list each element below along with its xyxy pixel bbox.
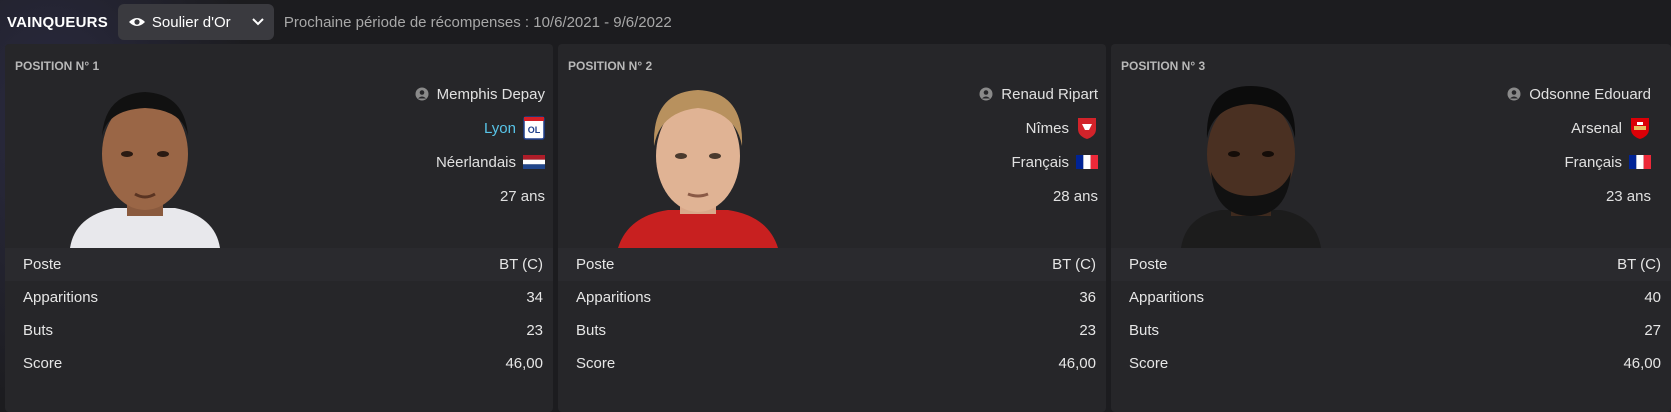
stat-label: Apparitions — [576, 289, 652, 306]
stat-row-goals: Buts 23 — [558, 314, 1106, 347]
stat-value: BT (C) — [1617, 256, 1661, 273]
stat-row-score: Score 46,00 — [1111, 347, 1671, 380]
france-flag-icon — [1629, 151, 1651, 173]
player-age: 23 ans — [1605, 187, 1651, 205]
player-age: 27 ans — [499, 187, 545, 205]
stat-label: Score — [23, 355, 63, 372]
nationality: Néerlandais — [435, 153, 516, 171]
stat-value: BT (C) — [1052, 256, 1096, 273]
winner-card-1: POSITION N° 1 Memphis Depay Lyon OL Néer… — [5, 44, 553, 412]
award-dropdown[interactable]: Soulier d'Or — [117, 4, 274, 40]
winners-cards: POSITION N° 1 Memphis Depay Lyon OL Néer… — [5, 44, 1671, 412]
stat-label: Poste — [23, 256, 62, 273]
player-portrait[interactable] — [1171, 76, 1331, 248]
rank-label: POSITION N° 1 — [15, 59, 100, 73]
club-name-link[interactable]: Arsenal — [1571, 120, 1622, 137]
stat-row-goals: Buts 27 — [1111, 314, 1671, 347]
player-photo-icon — [70, 92, 220, 248]
stat-row-position: Poste BT (C) — [558, 248, 1106, 281]
stat-row-goals: Buts 23 — [5, 314, 553, 347]
player-name-row[interactable]: Renaud Ripart — [803, 77, 1106, 111]
nationality-row[interactable]: Français — [1356, 145, 1659, 179]
player-portrait[interactable] — [618, 76, 778, 248]
person-icon — [979, 87, 993, 101]
stat-label: Apparitions — [23, 289, 99, 306]
stat-value: 40 — [1644, 289, 1661, 306]
reward-period-text: Prochaine période de récompenses : 10/6/… — [283, 13, 672, 31]
nimes-crest-icon — [1076, 117, 1098, 139]
nationality-row[interactable]: Français — [803, 145, 1106, 179]
player-age: 28 ans — [1052, 187, 1098, 205]
stat-value: 23 — [526, 322, 543, 339]
player-name-row[interactable]: Memphis Depay — [250, 77, 553, 111]
nationality: Français — [1011, 153, 1069, 171]
club-name-link[interactable]: Nîmes — [1026, 120, 1069, 137]
club-row[interactable]: Arsenal — [1356, 111, 1659, 145]
stat-value: 46,00 — [505, 355, 543, 372]
stat-value: 36 — [1079, 289, 1096, 306]
stat-label: Buts — [23, 322, 54, 339]
stats-table: Poste BT (C) Apparitions 36 Buts 23 Scor… — [558, 248, 1106, 412]
page-title: VAINQUEURS — [7, 13, 108, 31]
stat-row-score: Score 46,00 — [558, 347, 1106, 380]
france-flag-icon — [1076, 151, 1098, 173]
stat-row-appearances: Apparitions 34 — [5, 281, 553, 314]
age-row: 27 ans — [250, 179, 553, 213]
winner-card-3: POSITION N° 3 Odsonne Edouard Arsenal Fr… — [1111, 44, 1671, 412]
nationality-row[interactable]: Néerlandais — [250, 145, 553, 179]
stat-label: Apparitions — [1129, 289, 1205, 306]
winner-card-2: POSITION N° 2 Renaud Ripart Nîmes França… — [558, 44, 1106, 412]
stat-value: 34 — [526, 289, 543, 306]
person-icon — [1507, 87, 1521, 101]
player-name-row[interactable]: Odsonne Edouard — [1356, 77, 1659, 111]
age-row: 23 ans — [1356, 179, 1659, 213]
stats-table: Poste BT (C) Apparitions 40 Buts 27 Scor… — [1111, 248, 1671, 412]
svg-text:OL: OL — [528, 125, 541, 135]
stat-row-appearances: Apparitions 36 — [558, 281, 1106, 314]
netherlands-flag-icon — [523, 151, 545, 173]
chevron-down-icon — [252, 18, 264, 26]
eye-icon — [128, 18, 145, 26]
stat-label: Score — [576, 355, 616, 372]
club-row[interactable]: Lyon OL — [250, 111, 553, 145]
rank-label: POSITION N° 3 — [1121, 59, 1206, 73]
stat-label: Poste — [1129, 256, 1168, 273]
person-icon — [415, 87, 429, 101]
stat-label: Buts — [576, 322, 607, 339]
lyon-crest-icon: OL — [523, 116, 545, 140]
player-photo-icon — [618, 90, 778, 248]
age-row: 28 ans — [803, 179, 1106, 213]
header-bar: VAINQUEURS Soulier d'Or Prochaine périod… — [0, 0, 1671, 44]
rank-label: POSITION N° 2 — [568, 59, 653, 73]
player-name: Odsonne Edouard — [1529, 85, 1651, 103]
stat-row-score: Score 46,00 — [5, 347, 553, 380]
club-row[interactable]: Nîmes — [803, 111, 1106, 145]
stat-value: 46,00 — [1623, 355, 1661, 372]
nationality: Français — [1564, 153, 1622, 171]
stat-label: Poste — [576, 256, 615, 273]
arsenal-crest-icon — [1629, 117, 1651, 139]
stat-value: 23 — [1079, 322, 1096, 339]
player-name: Renaud Ripart — [1001, 85, 1098, 103]
player-photo-icon — [1181, 86, 1321, 248]
stat-value: 27 — [1644, 322, 1661, 339]
stat-row-position: Poste BT (C) — [5, 248, 553, 281]
stat-value: 46,00 — [1058, 355, 1096, 372]
player-portrait[interactable] — [65, 76, 225, 248]
stat-label: Score — [1129, 355, 1169, 372]
stats-table: Poste BT (C) Apparitions 34 Buts 23 Scor… — [5, 248, 553, 412]
club-name-link[interactable]: Lyon — [484, 120, 516, 137]
player-name: Memphis Depay — [436, 85, 545, 103]
stat-value: BT (C) — [499, 256, 543, 273]
stat-row-position: Poste BT (C) — [1111, 248, 1671, 281]
award-dropdown-value: Soulier d'Or — [151, 13, 231, 31]
stat-row-appearances: Apparitions 40 — [1111, 281, 1671, 314]
stat-label: Buts — [1129, 322, 1160, 339]
